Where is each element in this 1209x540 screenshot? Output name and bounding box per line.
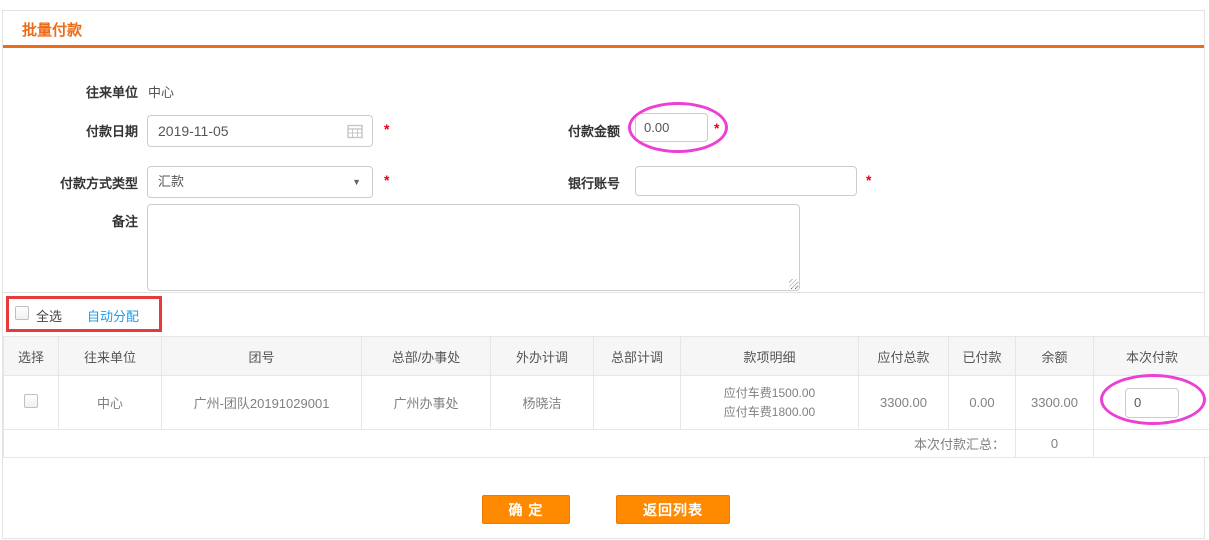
row-out-planner: 杨晓洁 [491,376,594,430]
row-hq-planner [594,376,681,430]
remark-label: 备注 [0,211,138,230]
pay-amount-required-asterisk: * [714,120,719,136]
col-header-office: 总部/办事处 [362,337,491,376]
bank-account-label: 银行账号 [480,173,620,192]
remark-textarea[interactable] [147,204,800,291]
back-button[interactable]: 返回列表 [616,495,730,524]
select-all-label: 全选 [36,306,62,325]
summary-empty-cell [1094,430,1209,458]
row-paid: 0.00 [949,376,1016,430]
partner-value: 中心 [148,82,174,101]
pay-method-select[interactable]: 汇款 ▼ [147,166,373,198]
table-summary-row: 本次付款汇总： 0 [4,430,1209,458]
row-payable-total: 3300.00 [859,376,949,430]
section-divider [3,292,1204,293]
row-balance: 3300.00 [1016,376,1094,430]
bank-account-input[interactable] [635,166,857,196]
col-header-current-pay: 本次付款 [1094,337,1209,376]
row-select-cell [4,376,59,430]
col-header-balance: 余额 [1016,337,1094,376]
col-header-partner: 往来单位 [59,337,162,376]
title-underline [3,45,1204,48]
row-detail: 应付车费1500.00 应付车费1800.00 [681,376,859,430]
col-header-payable-total: 应付总款 [859,337,949,376]
pay-date-required-asterisk: * [384,121,389,137]
pay-method-required-asterisk: * [384,172,389,188]
row-detail-line: 应付车费1500.00 [681,384,858,403]
row-office: 广州办事处 [362,376,491,430]
pay-date-label: 付款日期 [0,121,138,140]
table-row: 中心 广州-团队20191029001 广州办事处 杨晓洁 应付车费1500.0… [4,376,1209,430]
row-current-pay-cell [1094,376,1209,430]
pay-method-selected-value: 汇款 [158,174,184,189]
col-header-select: 选择 [4,337,59,376]
payments-table: 选择 往来单位 团号 总部/办事处 外办计调 总部计调 款项明细 应付总款 已付… [3,336,1209,458]
pay-method-label: 付款方式类型 [0,173,138,192]
page-title: 批量付款 [22,19,82,40]
summary-value: 0 [1016,430,1094,458]
row-group-no: 广州-团队20191029001 [162,376,362,430]
current-pay-input[interactable] [1125,388,1179,418]
row-checkbox[interactable] [24,394,38,408]
col-header-detail: 款项明细 [681,337,859,376]
table-header-row: 选择 往来单位 团号 总部/办事处 外办计调 总部计调 款项明细 应付总款 已付… [4,337,1209,376]
auto-allocate-link[interactable]: 自动分配 [87,306,139,325]
chevron-down-icon: ▼ [352,167,361,197]
summary-label: 本次付款汇总： [4,430,1016,458]
batch-payment-page: 批量付款 往来单位 中心 付款日期 * 付款金额 * 付款方式类型 汇款 ▼ *… [0,0,1209,540]
partner-label: 往来单位 [0,82,138,101]
pay-date-input[interactable] [147,115,373,147]
calendar-icon[interactable] [347,123,363,139]
col-header-out-planner: 外办计调 [491,337,594,376]
col-header-group-no: 团号 [162,337,362,376]
select-all-checkbox[interactable] [15,306,29,320]
col-header-hq-planner: 总部计调 [594,337,681,376]
confirm-button[interactable]: 确 定 [482,495,570,524]
row-partner: 中心 [59,376,162,430]
bank-account-required-asterisk: * [866,172,871,188]
row-detail-line: 应付车费1800.00 [681,403,858,422]
pay-amount-input[interactable] [635,113,708,142]
pay-amount-label: 付款金额 [480,121,620,140]
col-header-paid: 已付款 [949,337,1016,376]
